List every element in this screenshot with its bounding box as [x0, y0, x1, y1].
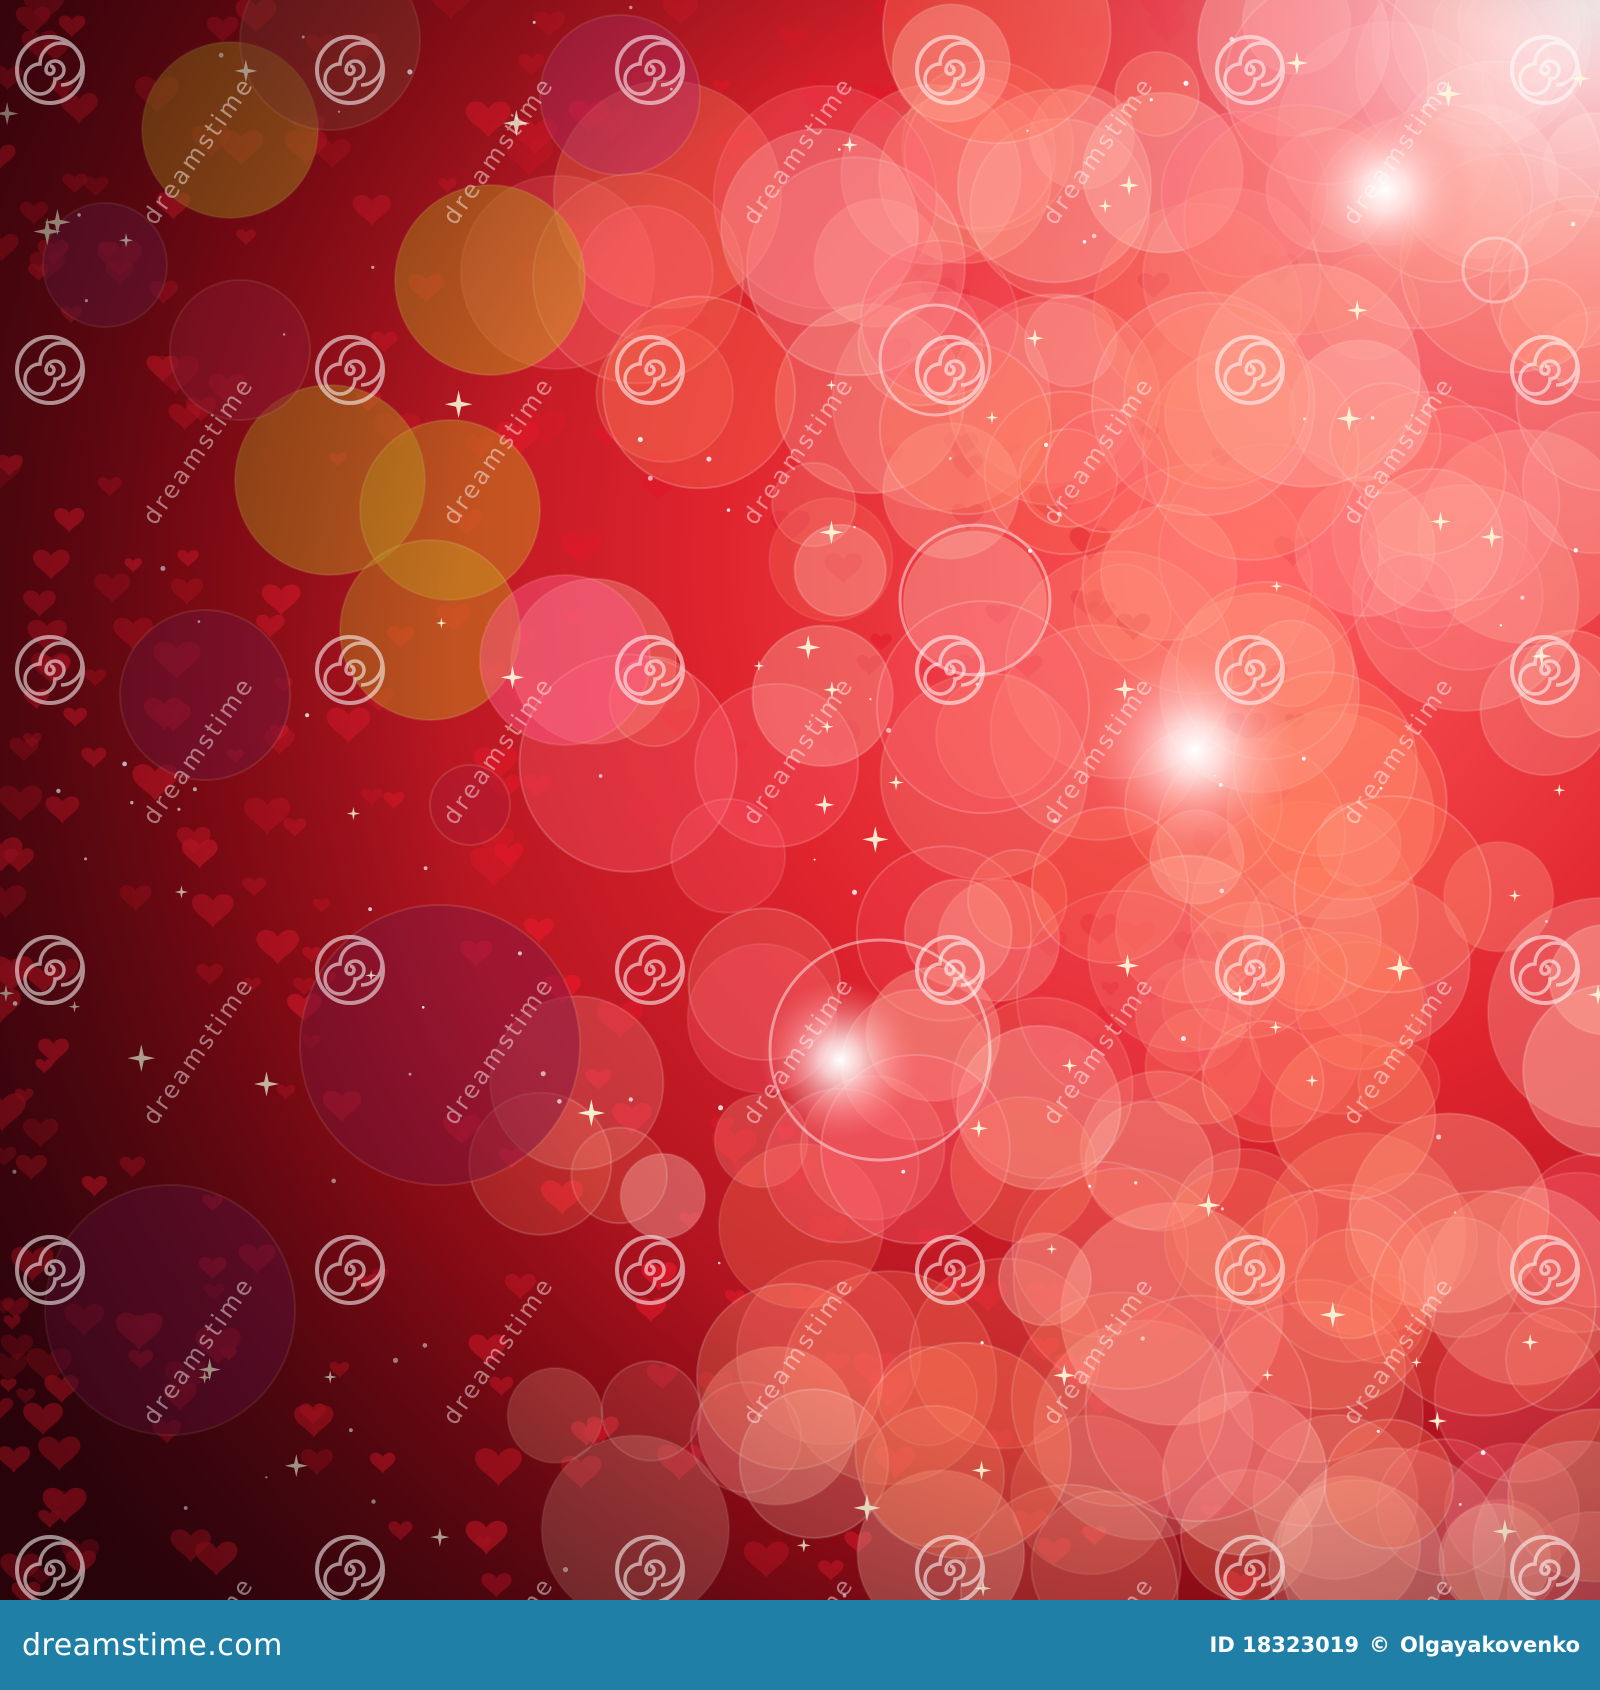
image-credit: ID 18323019 © Olgayakovenko	[1210, 1633, 1580, 1657]
dreamstime-logo[interactable]: dreamstime.com	[22, 1628, 283, 1663]
copyright-symbol: ©	[1368, 1633, 1390, 1657]
vignette-overlay	[0, 0, 1600, 1600]
footer-bar: dreamstime.com ID 18323019 © Olgayakovenko	[0, 1600, 1600, 1690]
stock-photo-canvas: dreamstime dreamstime dreamstime dreamstime…	[0, 0, 1600, 1600]
bokeh-hearts-artwork	[0, 0, 1600, 1600]
author-name[interactable]: Olgayakovenko	[1400, 1633, 1580, 1657]
image-id-label: ID 18323019	[1209, 1633, 1359, 1657]
